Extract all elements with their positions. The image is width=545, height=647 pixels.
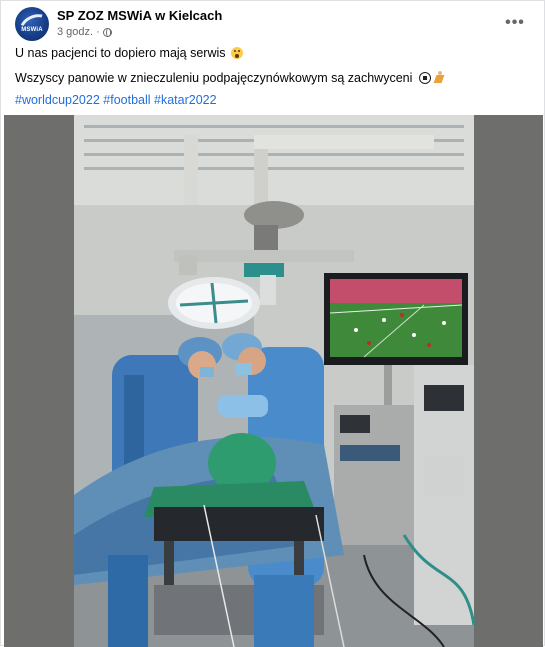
post-header: MSWiA SP ZOZ MSWiA w Kielcach 3 godz. · …: [15, 7, 535, 43]
post-card: MSWiA SP ZOZ MSWiA w Kielcach 3 godz. · …: [0, 0, 545, 647]
astonished-face-icon: [231, 47, 244, 59]
post-text-line: U nas pacjenci to dopiero mają serwis: [15, 45, 244, 61]
post-photo[interactable]: [4, 115, 543, 647]
text-line-2: Wszyscy panowie w znieczuleniu podpajęcz…: [15, 71, 413, 85]
text-line-1: U nas pacjenci to dopiero mają serwis: [15, 46, 226, 60]
post-text-line: Wszyscy panowie w znieczuleniu podpajęcz…: [15, 70, 445, 86]
soccer-ball-icon: [418, 72, 431, 84]
page-name-link[interactable]: SP ZOZ MSWiA w Kielcach: [57, 8, 222, 23]
hashtag-link[interactable]: #football: [103, 93, 150, 107]
operating-room-image: [4, 115, 543, 647]
meta-separator: ·: [96, 26, 100, 38]
more-options-icon[interactable]: •••: [503, 11, 527, 35]
globe-icon[interactable]: [102, 27, 112, 37]
hashtag-link[interactable]: #worldcup2022: [15, 93, 100, 107]
post-timestamp[interactable]: 3 godz.: [57, 26, 93, 38]
page-avatar[interactable]: MSWiA: [15, 7, 49, 41]
hashtag-link[interactable]: #katar2022: [154, 93, 217, 107]
person-running-icon: [433, 71, 445, 84]
hashtags: #worldcup2022 #football #katar2022: [15, 92, 217, 108]
avatar-label: MSWiA: [21, 27, 43, 33]
post-meta: 3 godz. ·: [57, 26, 112, 38]
logo-swoosh-icon: [15, 9, 49, 41]
